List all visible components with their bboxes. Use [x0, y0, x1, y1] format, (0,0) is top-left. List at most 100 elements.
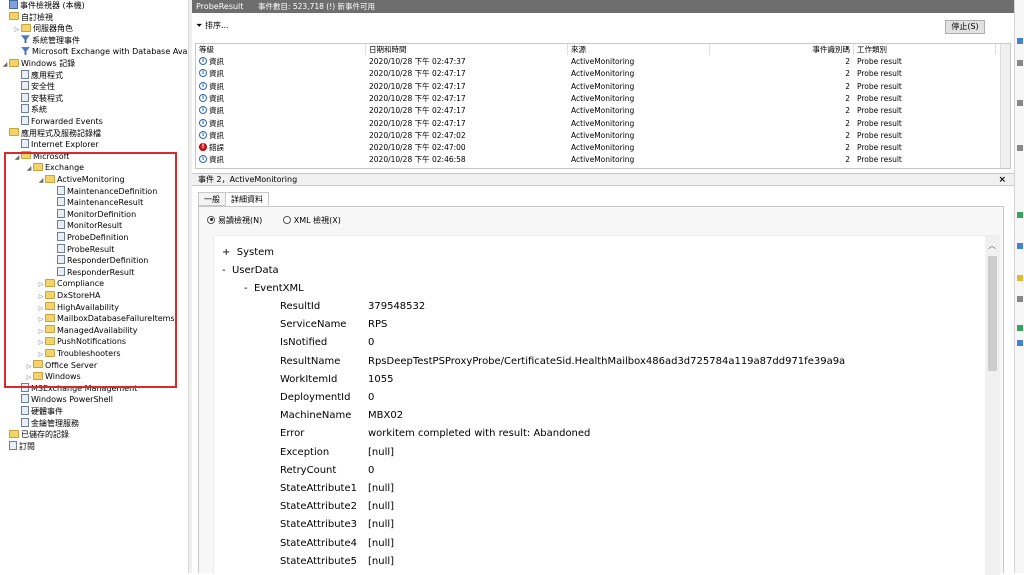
tree-node[interactable]: MSExchange Management [13, 382, 137, 395]
tree-node[interactable]: ◢ Exchange [25, 162, 84, 174]
log-icon [21, 81, 29, 91]
tree-node[interactable]: MaintenanceResult [49, 197, 143, 209]
tree-node[interactable]: ProbeResult [49, 243, 114, 256]
cell-source: ActiveMonitoring [571, 81, 635, 91]
tree-node[interactable]: 應用程式及服務記錄檔 [1, 128, 101, 140]
userdata-label: UserData [231, 265, 279, 276]
tree-node[interactable]: 系統管理事件 [13, 35, 80, 47]
tree-node[interactable]: Internet Explorer [13, 139, 99, 151]
tree-node[interactable]: ▷ Troubleshooters [37, 348, 121, 360]
action-icon[interactable] [1017, 212, 1023, 218]
field-value: [null] [368, 555, 395, 567]
collapse-arrow-icon[interactable]: ◢ [25, 163, 33, 175]
tree-node[interactable]: 系統 [13, 104, 47, 116]
tree-node[interactable]: 自訂檢視 [1, 12, 53, 24]
table-row[interactable]: i 資訊 2020/10/28 下午 02:47:02 ActiveMonitorin… [196, 130, 996, 142]
tab-general[interactable]: 一般 [198, 192, 226, 206]
tree-node[interactable]: 事件檢視器 (本機) [1, 0, 85, 12]
log-icon [21, 417, 29, 427]
details-scrollbar[interactable]: ︿ [985, 236, 1000, 575]
cell-datetime: 2020/10/28 下午 02:46:58 [369, 155, 466, 165]
tab-details[interactable]: 詳細資料 [225, 192, 269, 206]
tree-node[interactable]: ◢ ActiveMonitoring [37, 174, 125, 186]
tree-node[interactable]: ▷ Office Server [25, 360, 97, 372]
table-row[interactable]: i 資訊 2020/10/28 下午 02:47:17 ActiveMonitorin… [196, 118, 996, 130]
action-icon[interactable] [1017, 100, 1023, 106]
system-node[interactable]: + System [222, 247, 274, 258]
collapse-arrow-icon[interactable]: ◢ [37, 175, 45, 187]
folder-icon [33, 162, 43, 171]
userdata-node[interactable]: - UserData [222, 265, 279, 276]
xml-view-option[interactable]: XML 檢視(X) [282, 215, 341, 225]
collapse-arrow-icon[interactable]: ◢ [1, 59, 9, 71]
action-icon[interactable] [1017, 275, 1023, 281]
tree-node[interactable]: 已儲存的記錄 [1, 429, 69, 441]
friendly-view-option[interactable]: 易讀檢視(N) [207, 215, 262, 225]
tree-node[interactable]: ▷ PushNotifications [37, 336, 126, 348]
tree-node[interactable]: 安全性 [13, 81, 55, 93]
tree-node[interactable]: ◢ Microsoft [13, 151, 69, 163]
tree-node[interactable]: 硬體事件 [13, 406, 63, 418]
action-icon[interactable] [1017, 296, 1023, 302]
tree-node[interactable]: Microsoft Exchange with Database Availab… [13, 46, 188, 58]
action-icon[interactable] [1017, 340, 1023, 346]
action-icon[interactable] [1017, 60, 1023, 66]
tree-node[interactable]: MonitorDefinition [49, 208, 136, 221]
tree-node[interactable]: ◢ Windows 記錄 [1, 58, 75, 70]
stop-button[interactable]: 停止(S) [945, 20, 985, 34]
tree-node[interactable]: 訂閱 [1, 440, 35, 453]
column-header-level[interactable]: 等級 [196, 44, 366, 55]
tree-node[interactable]: ▷ MailboxDatabaseFailureItems [37, 313, 175, 325]
chevron-up-icon[interactable]: ︿ [988, 240, 996, 251]
collapse-arrow-icon[interactable]: ◢ [13, 152, 21, 164]
tree-node[interactable]: 金鑰管理服務 [13, 417, 79, 430]
tree-node[interactable]: ▷ ManagedAvailability [37, 325, 137, 337]
cell-category: Probe result [857, 69, 902, 79]
tree-node[interactable]: ▷ Windows [25, 371, 81, 383]
column-header-category[interactable]: 工作類別 [854, 44, 996, 55]
tree-node[interactable]: ▷ 伺服器角色 [13, 23, 73, 35]
tree-node[interactable]: MonitorResult [49, 220, 122, 232]
table-row[interactable]: i 資訊 2020/10/28 下午 02:47:37 ActiveMonitorin… [196, 56, 996, 68]
tree-node[interactable]: MaintenanceDefinition [49, 185, 157, 198]
action-icon[interactable] [1017, 325, 1023, 331]
scrollbar-thumb[interactable] [988, 256, 997, 371]
grid-scrollbar[interactable] [1000, 44, 1010, 168]
sort-button[interactable]: ⏷ 排序... [196, 20, 229, 31]
eventxml-node[interactable]: - EventXML [244, 283, 304, 294]
table-row[interactable]: i 資訊 2020/10/28 下午 02:47:17 ActiveMonitorin… [196, 93, 996, 105]
table-row[interactable]: i 資訊 2020/10/28 下午 02:47:17 ActiveMonitorin… [196, 68, 996, 80]
tree-node[interactable]: ▷ DxStoreHA [37, 290, 101, 302]
column-header-event-id[interactable]: 事件識別碼 [710, 44, 854, 55]
cell-datetime: 2020/10/28 下午 02:47:17 [369, 118, 466, 128]
table-row[interactable]: i 資訊 2020/10/28 下午 02:47:17 ActiveMonitorin… [196, 81, 996, 93]
tree-node[interactable]: 應用程式 [13, 69, 63, 82]
cell-category: Probe result [857, 118, 902, 128]
actions-pane [1014, 0, 1024, 573]
tree-node[interactable]: ResponderResult [49, 266, 134, 279]
field-name: RetryCount [280, 464, 337, 476]
tree-node[interactable]: ResponderDefinition [49, 255, 148, 267]
cell-category: Probe result [857, 155, 902, 165]
tree-node[interactable]: ▷ Compliance [37, 278, 104, 290]
column-header-datetime[interactable]: 日期和時間 [366, 44, 568, 55]
tree-node[interactable]: Forwarded Events [13, 116, 103, 128]
table-row[interactable]: i 資訊 2020/10/28 下午 02:46:58 ActiveMonitorin… [196, 154, 996, 166]
field-value: 0 [368, 464, 375, 476]
table-row[interactable]: i 資訊 2020/10/28 下午 02:47:17 ActiveMonitorin… [196, 105, 996, 117]
tree-node[interactable]: ▷ HighAvailability [37, 302, 119, 314]
tree-node[interactable]: 安裝程式 [13, 92, 63, 105]
view-mode-radios: 易讀檢視(N) XML 檢視(X) [207, 215, 341, 226]
tree-node[interactable]: Windows PowerShell [13, 394, 113, 406]
table-row[interactable]: ! 錯誤 2020/10/28 下午 02:47:00 ActiveMonitorin… [196, 142, 996, 154]
log-icon [9, 440, 17, 450]
tree-node[interactable]: ProbeDefinition [49, 232, 128, 244]
field-value: 379548532 [368, 301, 426, 312]
column-header-source[interactable]: 來源 [568, 44, 710, 55]
action-icon[interactable] [1017, 145, 1023, 151]
action-icon[interactable] [1017, 38, 1023, 44]
folder-icon [33, 371, 43, 380]
folder-icon [9, 128, 19, 137]
action-icon[interactable] [1017, 243, 1023, 249]
close-icon[interactable]: × [998, 174, 1006, 186]
